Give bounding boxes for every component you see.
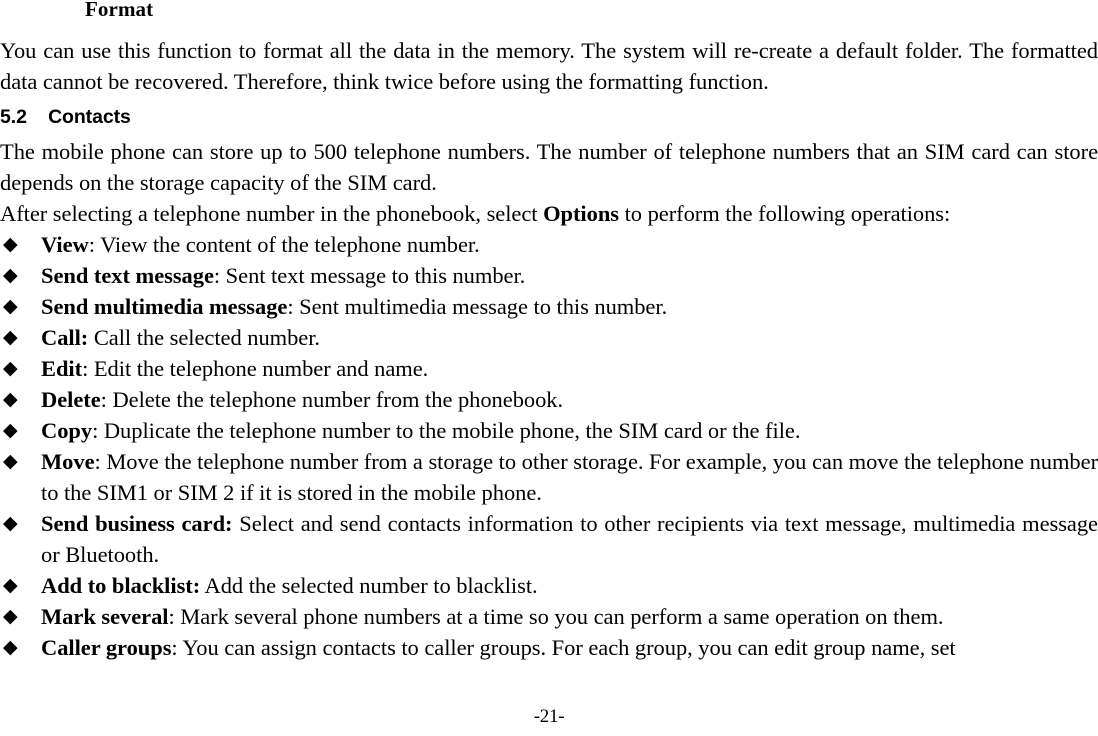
body-paragraph-storage: The mobile phone can store up to 500 tel… [0, 139, 1098, 195]
diamond-bullet-icon: ◆ [3, 637, 18, 658]
list-item-term: Send business card: [41, 511, 233, 536]
list-item-description: Add the selected number to blacklist. [204, 573, 538, 598]
list-item-separator: : [92, 418, 104, 443]
list-item-term: Add to blacklist: [41, 573, 201, 598]
list-item: ◆ Call: Call the selected number. [0, 322, 1098, 353]
list-item-description: View the content of the telephone number… [100, 232, 480, 257]
list-item-term: Copy [41, 418, 93, 443]
list-item-term: Send text message [41, 263, 214, 288]
diamond-bullet-icon: ◆ [3, 296, 18, 317]
list-item-separator: : [100, 387, 113, 412]
list-item-description: You can assign contacts to caller groups… [182, 635, 956, 660]
list-item: ◆ Add to blacklist: Add the selected numb… [0, 570, 1098, 601]
diamond-bullet-icon: ◆ [3, 389, 18, 410]
list-item-separator: : [168, 604, 181, 629]
page-number: -21- [533, 706, 565, 727]
list-item-description: Duplicate the telephone number to the mo… [103, 418, 801, 443]
options-menu-label: Options [543, 201, 620, 226]
list-item-description: Call the selected number. [93, 325, 321, 350]
list-item-description: Delete the telephone number from the pho… [112, 387, 564, 412]
list-item: ◆ Caller groups: You can assign contacts … [0, 632, 1098, 663]
options-lead-text: After selecting a telephone number in th… [0, 201, 544, 226]
list-item: ◆ View: View the content of the telephone… [0, 229, 1098, 260]
list-item: ◆ Send multimedia message: Sent multimedi… [0, 291, 1098, 322]
diamond-bullet-icon: ◆ [3, 420, 18, 441]
list-item: ◆ Send text message: Sent text message to… [0, 260, 1098, 291]
body-paragraph-options: After selecting a telephone number in th… [0, 198, 1098, 229]
list-item: ◆ Copy: Duplicate the telephone number to… [0, 415, 1098, 446]
options-trail-text: to perform the following operations: [619, 201, 951, 226]
diamond-bullet-icon: ◆ [3, 575, 18, 596]
section-heading-contacts: 5.2 Contacts [0, 106, 131, 128]
diamond-bullet-icon: ◆ [3, 234, 18, 255]
list-item-separator: : [287, 294, 300, 319]
list-item-term: Caller groups [41, 635, 172, 660]
list-item-term: Edit [41, 356, 83, 381]
list-item-description: Mark several phone numbers at a time so … [180, 604, 944, 629]
list-item-term: Call: [41, 325, 89, 350]
list-item-description: Sent text message to this number. [225, 263, 526, 288]
list-item-term: Move [41, 449, 95, 474]
list-item-term: Send multimedia message [41, 294, 288, 319]
diamond-bullet-icon: ◆ [3, 451, 18, 472]
list-item-description: Edit the telephone number and name. [93, 356, 429, 381]
list-item: ◆ Delete: Delete the telephone number fro… [0, 384, 1098, 415]
list-item-separator: : [82, 356, 94, 381]
list-item-separator: : [94, 449, 107, 474]
diamond-bullet-icon: ◆ [3, 327, 18, 348]
diamond-bullet-icon: ◆ [3, 606, 18, 627]
options-list: ◆ View: View the content of the telephone… [0, 229, 1098, 663]
list-item-separator: : [213, 263, 226, 288]
list-item-description: Move the telephone number from a storage… [41, 449, 1098, 505]
list-item: ◆ Move: Move the telephone number from a … [0, 446, 1098, 508]
list-item-term: View [41, 232, 89, 257]
diamond-bullet-icon: ◆ [3, 513, 18, 534]
list-item: ◆ Edit: Edit the telephone number and nam… [0, 353, 1098, 384]
list-item-term: Delete [41, 387, 101, 412]
list-item-separator: : [171, 635, 183, 660]
document-page: Format You can use this function to form… [0, 0, 1098, 736]
subheading-format: Format [85, 0, 154, 21]
list-item: ◆ Send business card: Select and send con… [0, 508, 1098, 570]
list-item-term: Mark several [41, 604, 169, 629]
diamond-bullet-icon: ◆ [3, 265, 18, 286]
list-item: ◆ Mark several: Mark several phone number… [0, 601, 1098, 632]
list-item-description: Sent multimedia message to this number. [299, 294, 668, 319]
diamond-bullet-icon: ◆ [3, 358, 18, 379]
list-item-separator: : [88, 232, 101, 257]
intro-paragraph: You can use this function to format all … [0, 38, 1098, 94]
